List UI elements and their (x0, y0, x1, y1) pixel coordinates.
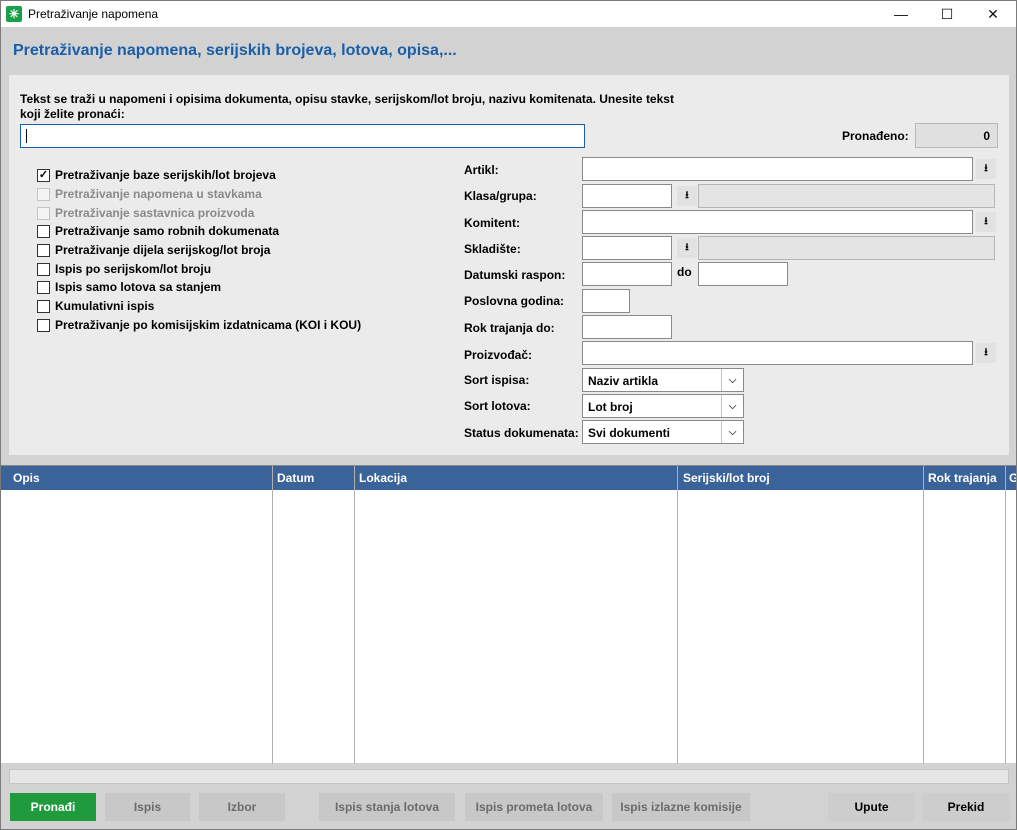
column-header-opis[interactable]: Opis (13, 471, 40, 485)
option-partial-serial[interactable]: Pretraživanje dijela serijskog/lot broja (37, 241, 270, 259)
text-caret (26, 129, 27, 143)
help-button[interactable]: Upute (828, 793, 915, 821)
status-select[interactable]: Svi dokumenti ⌵ (582, 420, 744, 444)
print-lot-stock-button[interactable]: Ispis stanja lotova (319, 793, 455, 821)
maximize-button[interactable]: ☐ (924, 1, 970, 27)
komitent-input[interactable] (582, 210, 973, 234)
manufacturer-input[interactable] (582, 341, 973, 365)
app-icon: ✳ (6, 6, 22, 22)
rok-label: Rok trajanja do: (464, 321, 555, 335)
checkbox-checked[interactable]: ✓ (37, 168, 50, 182)
klasa-input[interactable] (582, 184, 672, 208)
checkbox[interactable] (37, 224, 50, 238)
column-lokacija: Lokacija (355, 466, 678, 764)
find-button[interactable]: Pronađi (10, 793, 96, 821)
column-header-lokacija[interactable]: Lokacija (359, 471, 407, 485)
option-cumulative[interactable]: Kumulativni ispis (37, 297, 154, 315)
skladiste-label: Skladište: (464, 242, 521, 256)
progress-bar (9, 769, 1009, 784)
checkbox (37, 187, 50, 201)
date-to-input[interactable] (698, 262, 788, 286)
search-input[interactable] (20, 124, 585, 148)
option-serial-lot-database[interactable]: ✓ Pretraživanje baze serijskih/lot broje… (37, 166, 276, 184)
results-table[interactable]: Opis Datum Lokacija Serijski/lot broj Ro… (1, 465, 1016, 764)
option-item-notes: Pretraživanje napomena u stavkama (37, 185, 262, 203)
status-label: Status dokumenata: (464, 426, 579, 440)
artikl-input[interactable] (582, 157, 973, 181)
print-lot-turnover-button[interactable]: Ispis prometa lotova (465, 793, 603, 821)
search-notes-window: ✳ Pretraživanje napomena — ☐ ✕ Pretraživ… (0, 0, 1017, 830)
komitent-dropdown-icon[interactable]: ⭳ (976, 212, 996, 232)
check-icon: ✓ (38, 168, 49, 181)
window-title: Pretraživanje napomena (28, 7, 159, 21)
option-product-bom: Pretraživanje sastavnica proizvoda (37, 204, 254, 222)
artikl-dropdown-icon[interactable]: ⭳ (976, 159, 996, 179)
expiry-input[interactable] (582, 315, 672, 339)
klasa-name-field (698, 184, 995, 208)
column-header-g[interactable]: G (1009, 471, 1016, 485)
sort-print-select[interactable]: Naziv artikla ⌵ (582, 368, 744, 392)
manufacturer-dropdown-icon[interactable]: ⭳ (976, 343, 996, 363)
klasa-label: Klasa/grupa: (464, 189, 537, 203)
sort-lots-select[interactable]: Lot broj ⌵ (582, 394, 744, 418)
year-input[interactable] (582, 289, 630, 313)
option-consignment[interactable]: Pretraživanje po komisijskim izdatnicama… (37, 316, 361, 334)
minimize-button[interactable]: — (878, 1, 924, 27)
found-label: Pronađeno: (842, 129, 909, 143)
checkbox[interactable] (37, 318, 50, 332)
column-header-datum[interactable]: Datum (277, 471, 314, 485)
sort-lotova-label: Sort lotova: (464, 399, 531, 413)
select-button[interactable]: Izbor (199, 793, 285, 821)
checkbox[interactable] (37, 299, 50, 313)
print-button[interactable]: Ispis (105, 793, 190, 821)
column-serial: Serijski/lot broj (678, 466, 924, 764)
komitent-label: Komitent: (464, 216, 520, 230)
found-count: 0 (915, 123, 998, 148)
cancel-button[interactable]: Prekid (922, 793, 1010, 821)
column-header-rok[interactable]: Rok trajanja (928, 471, 997, 485)
datum-label: Datumski raspon: (464, 268, 566, 282)
chevron-down-icon: ⌵ (721, 421, 743, 443)
artikl-label: Artikl: (464, 163, 499, 177)
godina-label: Poslovna godina: (464, 294, 565, 308)
checkbox[interactable] (37, 243, 50, 257)
page-title: Pretraživanje napomena, serijskih brojev… (13, 42, 457, 59)
checkbox (37, 206, 50, 220)
proizvodac-label: Proizvođač: (464, 348, 533, 362)
column-opis: Opis (1, 466, 273, 764)
chevron-down-icon: ⌵ (721, 369, 743, 391)
close-button[interactable]: ✕ (970, 1, 1016, 27)
column-header-serial[interactable]: Serijski/lot broj (683, 471, 770, 485)
option-lots-with-stock[interactable]: Ispis samo lotova sa stanjem (37, 278, 221, 296)
sort-ispisa-label: Sort ispisa: (464, 373, 530, 387)
date-to-label: do (677, 265, 692, 279)
column-rok: Rok trajanja (924, 466, 1006, 764)
skladiste-input[interactable] (582, 236, 672, 260)
chevron-down-icon: ⌵ (721, 395, 743, 417)
column-g: G (1006, 466, 1016, 764)
search-description: Tekst se traži u napomeni i opisima doku… (20, 92, 674, 121)
skladiste-name-field (698, 236, 995, 260)
column-datum: Datum (273, 466, 355, 764)
skladiste-dropdown-icon[interactable]: ⭳ (677, 238, 697, 258)
print-consignment-button[interactable]: Ispis izlazne komisije (612, 793, 750, 821)
search-panel: Tekst se traži u napomeni i opisima doku… (9, 75, 1009, 455)
checkbox[interactable] (37, 262, 50, 276)
option-goods-documents[interactable]: Pretraživanje samo robnih dokumenata (37, 222, 279, 240)
option-print-by-serial[interactable]: Ispis po serijskom/lot broju (37, 260, 211, 278)
date-from-input[interactable] (582, 262, 672, 286)
checkbox[interactable] (37, 280, 50, 294)
title-bar: ✳ Pretraživanje napomena — ☐ ✕ (1, 1, 1016, 27)
klasa-dropdown-icon[interactable]: ⭳ (677, 186, 697, 206)
